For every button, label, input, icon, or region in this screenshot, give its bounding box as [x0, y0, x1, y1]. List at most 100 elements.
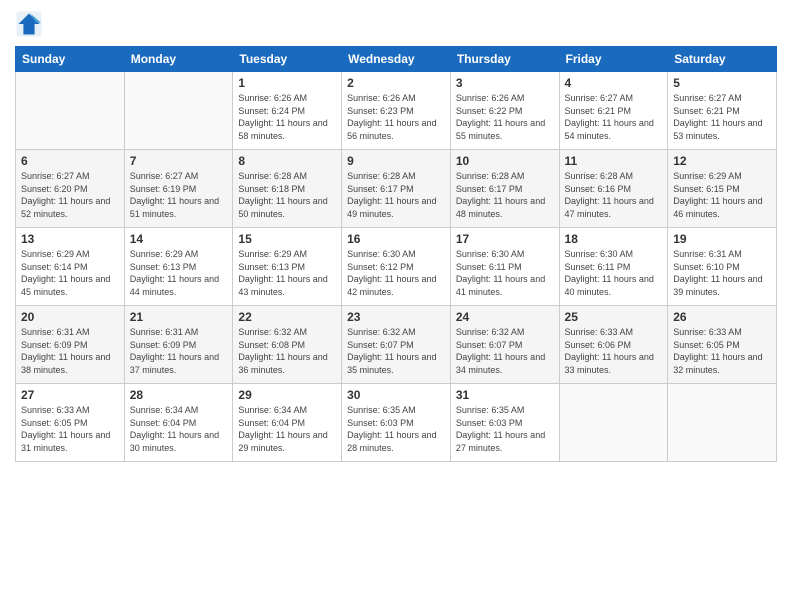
day-info: Sunrise: 6:28 AM Sunset: 6:17 PM Dayligh…	[456, 170, 554, 220]
weekday-header-monday: Monday	[124, 47, 233, 72]
calendar-week-row: 20 Sunrise: 6:31 AM Sunset: 6:09 PM Dayli…	[16, 306, 777, 384]
day-number: 26	[673, 310, 771, 324]
day-number: 17	[456, 232, 554, 246]
day-number: 3	[456, 76, 554, 90]
day-info: Sunrise: 6:31 AM Sunset: 6:10 PM Dayligh…	[673, 248, 771, 298]
calendar-cell	[559, 384, 668, 462]
calendar-cell: 21 Sunrise: 6:31 AM Sunset: 6:09 PM Dayli…	[124, 306, 233, 384]
day-info: Sunrise: 6:26 AM Sunset: 6:24 PM Dayligh…	[238, 92, 336, 142]
calendar-cell: 13Sunrise: 6:29 AM Sunset: 6:14 PM Dayli…	[16, 228, 125, 306]
day-info: Sunrise: 6:33 AM Sunset: 6:05 PM Dayligh…	[673, 326, 771, 376]
day-info: Sunrise: 6:29 AM Sunset: 6:15 PM Dayligh…	[673, 170, 771, 220]
day-number: 1	[238, 76, 336, 90]
calendar-cell: 28Sunrise: 6:34 AM Sunset: 6:04 PM Dayli…	[124, 384, 233, 462]
calendar-cell: 16 Sunrise: 6:30 AM Sunset: 6:12 PM Dayli…	[342, 228, 451, 306]
day-number: 7	[130, 154, 228, 168]
day-info: Sunrise: 6:29 AM Sunset: 6:14 PM Dayligh…	[21, 248, 119, 298]
calendar-cell: 15Sunrise: 6:29 AM Sunset: 6:13 PM Dayli…	[233, 228, 342, 306]
weekday-header-saturday: Saturday	[668, 47, 777, 72]
day-info: Sunrise: 6:33 AM Sunset: 6:05 PM Dayligh…	[21, 404, 119, 454]
calendar-cell: 4Sunrise: 6:27 AM Sunset: 6:21 PM Daylig…	[559, 72, 668, 150]
day-number: 29	[238, 388, 336, 402]
day-info: Sunrise: 6:27 AM Sunset: 6:21 PM Dayligh…	[565, 92, 663, 142]
calendar-cell	[16, 72, 125, 150]
day-number: 14	[130, 232, 228, 246]
calendar-cell: 29 Sunrise: 6:34 AM Sunset: 6:04 PM Dayli…	[233, 384, 342, 462]
day-number: 19	[673, 232, 771, 246]
calendar-week-row: 27 Sunrise: 6:33 AM Sunset: 6:05 PM Dayli…	[16, 384, 777, 462]
day-number: 25	[565, 310, 663, 324]
day-number: 8	[238, 154, 336, 168]
calendar-cell: 23 Sunrise: 6:32 AM Sunset: 6:07 PM Dayli…	[342, 306, 451, 384]
calendar-cell: 1 Sunrise: 6:26 AM Sunset: 6:24 PM Daylig…	[233, 72, 342, 150]
weekday-header-thursday: Thursday	[450, 47, 559, 72]
day-info: Sunrise: 6:35 AM Sunset: 6:03 PM Dayligh…	[456, 404, 554, 454]
day-number: 5	[673, 76, 771, 90]
calendar-week-row: 1 Sunrise: 6:26 AM Sunset: 6:24 PM Daylig…	[16, 72, 777, 150]
day-info: Sunrise: 6:32 AM Sunset: 6:07 PM Dayligh…	[347, 326, 445, 376]
day-number: 24	[456, 310, 554, 324]
day-number: 6	[21, 154, 119, 168]
day-number: 31	[456, 388, 554, 402]
day-info: Sunrise: 6:30 AM Sunset: 6:12 PM Dayligh…	[347, 248, 445, 298]
day-info: Sunrise: 6:26 AM Sunset: 6:23 PM Dayligh…	[347, 92, 445, 142]
day-info: Sunrise: 6:26 AM Sunset: 6:22 PM Dayligh…	[456, 92, 554, 142]
calendar-cell	[668, 384, 777, 462]
day-info: Sunrise: 6:28 AM Sunset: 6:18 PM Dayligh…	[238, 170, 336, 220]
calendar-cell: 26 Sunrise: 6:33 AM Sunset: 6:05 PM Dayli…	[668, 306, 777, 384]
logo	[15, 10, 47, 38]
calendar-cell: 8 Sunrise: 6:28 AM Sunset: 6:18 PM Daylig…	[233, 150, 342, 228]
day-number: 10	[456, 154, 554, 168]
calendar-week-row: 6 Sunrise: 6:27 AM Sunset: 6:20 PM Daylig…	[16, 150, 777, 228]
day-number: 9	[347, 154, 445, 168]
calendar-cell: 11 Sunrise: 6:28 AM Sunset: 6:16 PM Dayli…	[559, 150, 668, 228]
calendar-cell: 24 Sunrise: 6:32 AM Sunset: 6:07 PM Dayli…	[450, 306, 559, 384]
day-info: Sunrise: 6:32 AM Sunset: 6:08 PM Dayligh…	[238, 326, 336, 376]
calendar-cell: 6 Sunrise: 6:27 AM Sunset: 6:20 PM Daylig…	[16, 150, 125, 228]
day-info: Sunrise: 6:27 AM Sunset: 6:19 PM Dayligh…	[130, 170, 228, 220]
calendar-cell	[124, 72, 233, 150]
weekday-header-friday: Friday	[559, 47, 668, 72]
day-info: Sunrise: 6:30 AM Sunset: 6:11 PM Dayligh…	[456, 248, 554, 298]
day-number: 20	[21, 310, 119, 324]
page: SundayMondayTuesdayWednesdayThursdayFrid…	[0, 0, 792, 612]
calendar-table: SundayMondayTuesdayWednesdayThursdayFrid…	[15, 46, 777, 462]
calendar-cell: 10 Sunrise: 6:28 AM Sunset: 6:17 PM Dayli…	[450, 150, 559, 228]
calendar-cell: 12 Sunrise: 6:29 AM Sunset: 6:15 PM Dayli…	[668, 150, 777, 228]
day-info: Sunrise: 6:28 AM Sunset: 6:16 PM Dayligh…	[565, 170, 663, 220]
day-number: 23	[347, 310, 445, 324]
day-info: Sunrise: 6:32 AM Sunset: 6:07 PM Dayligh…	[456, 326, 554, 376]
day-info: Sunrise: 6:29 AM Sunset: 6:13 PM Dayligh…	[130, 248, 228, 298]
calendar-cell: 30Sunrise: 6:35 AM Sunset: 6:03 PM Dayli…	[342, 384, 451, 462]
calendar-week-row: 13Sunrise: 6:29 AM Sunset: 6:14 PM Dayli…	[16, 228, 777, 306]
logo-icon	[15, 10, 43, 38]
day-info: Sunrise: 6:28 AM Sunset: 6:17 PM Dayligh…	[347, 170, 445, 220]
calendar-cell: 22Sunrise: 6:32 AM Sunset: 6:08 PM Dayli…	[233, 306, 342, 384]
day-number: 11	[565, 154, 663, 168]
day-number: 27	[21, 388, 119, 402]
day-number: 16	[347, 232, 445, 246]
day-info: Sunrise: 6:27 AM Sunset: 6:20 PM Dayligh…	[21, 170, 119, 220]
calendar-cell: 18Sunrise: 6:30 AM Sunset: 6:11 PM Dayli…	[559, 228, 668, 306]
day-number: 12	[673, 154, 771, 168]
day-number: 21	[130, 310, 228, 324]
calendar-cell: 27 Sunrise: 6:33 AM Sunset: 6:05 PM Dayli…	[16, 384, 125, 462]
day-number: 30	[347, 388, 445, 402]
calendar-cell: 25Sunrise: 6:33 AM Sunset: 6:06 PM Dayli…	[559, 306, 668, 384]
calendar-cell: 14 Sunrise: 6:29 AM Sunset: 6:13 PM Dayli…	[124, 228, 233, 306]
calendar-cell: 19 Sunrise: 6:31 AM Sunset: 6:10 PM Dayli…	[668, 228, 777, 306]
calendar-cell: 20 Sunrise: 6:31 AM Sunset: 6:09 PM Dayli…	[16, 306, 125, 384]
day-info: Sunrise: 6:29 AM Sunset: 6:13 PM Dayligh…	[238, 248, 336, 298]
header	[15, 10, 777, 38]
calendar-cell: 17 Sunrise: 6:30 AM Sunset: 6:11 PM Dayli…	[450, 228, 559, 306]
day-info: Sunrise: 6:34 AM Sunset: 6:04 PM Dayligh…	[130, 404, 228, 454]
calendar-cell: 2 Sunrise: 6:26 AM Sunset: 6:23 PM Daylig…	[342, 72, 451, 150]
day-info: Sunrise: 6:27 AM Sunset: 6:21 PM Dayligh…	[673, 92, 771, 142]
day-info: Sunrise: 6:31 AM Sunset: 6:09 PM Dayligh…	[21, 326, 119, 376]
calendar-cell: 31 Sunrise: 6:35 AM Sunset: 6:03 PM Dayli…	[450, 384, 559, 462]
day-number: 2	[347, 76, 445, 90]
calendar-cell: 7 Sunrise: 6:27 AM Sunset: 6:19 PM Daylig…	[124, 150, 233, 228]
day-number: 18	[565, 232, 663, 246]
day-info: Sunrise: 6:31 AM Sunset: 6:09 PM Dayligh…	[130, 326, 228, 376]
day-info: Sunrise: 6:34 AM Sunset: 6:04 PM Dayligh…	[238, 404, 336, 454]
